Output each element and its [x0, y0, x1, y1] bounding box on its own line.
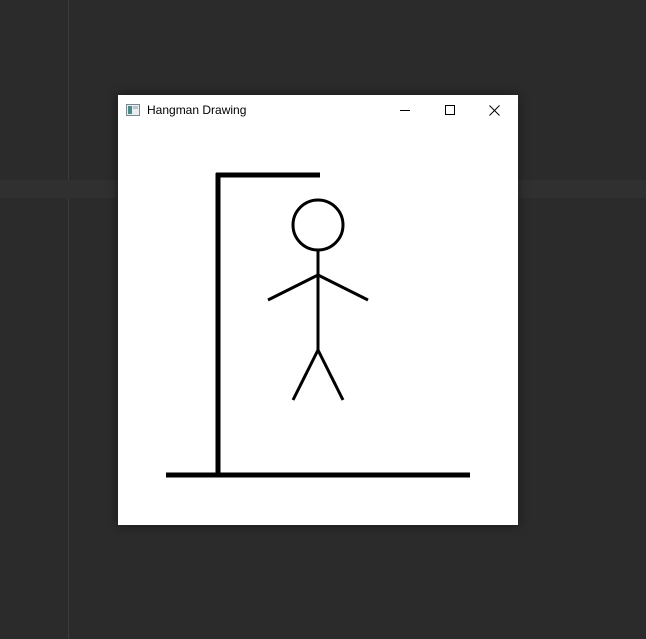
hangman-right-leg — [316, 349, 345, 401]
maximize-icon — [444, 105, 455, 115]
close-icon — [489, 104, 500, 116]
minimize-icon — [399, 110, 410, 111]
hangman-window: Hangman Drawing — [118, 95, 518, 525]
hangman-drawing — [166, 172, 470, 478]
hangman-left-leg — [291, 349, 320, 401]
hangman-head — [291, 198, 345, 252]
background-divider — [68, 0, 69, 639]
minimize-button[interactable] — [382, 95, 427, 125]
hangman-right-arm — [317, 273, 369, 302]
maximize-button[interactable] — [427, 95, 472, 125]
close-button[interactable] — [472, 95, 517, 125]
hangman-left-arm — [267, 273, 319, 302]
app-icon — [126, 103, 140, 116]
drawing-canvas — [118, 125, 518, 525]
window-title: Hangman Drawing — [147, 103, 247, 117]
title-bar[interactable]: Hangman Drawing — [118, 95, 518, 125]
